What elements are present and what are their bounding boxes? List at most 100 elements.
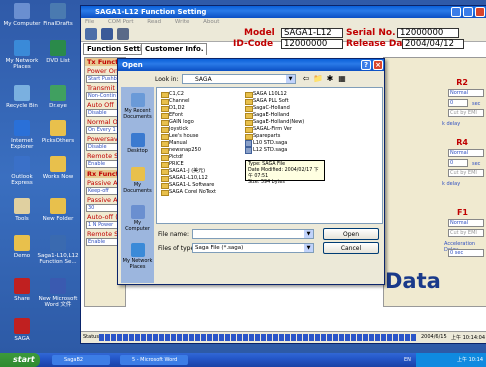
- chevron-down-icon[interactable]: ▼: [304, 244, 313, 252]
- desktop-icon-picksothers[interactable]: PicksOthers: [36, 120, 80, 144]
- data-title: Data: [385, 269, 441, 293]
- menu-read[interactable]: Read: [147, 19, 161, 25]
- file-item[interactable]: L12 STD.saga: [245, 147, 287, 154]
- up-folder-icon[interactable]: 📁: [313, 74, 323, 84]
- place-my-computer[interactable]: My Computer: [121, 205, 154, 232]
- list-item[interactable]: newsnap250: [161, 147, 201, 154]
- r4-sec-label: sec: [472, 161, 481, 167]
- desktop-icon-word-doc[interactable]: New Microsoft Word 文件: [36, 278, 80, 308]
- taskbar-item-word[interactable]: 5 - Microsoft Word: [120, 355, 188, 365]
- list-item[interactable]: SAGA1-L10,L12: [161, 175, 208, 182]
- file-name-label: File name:: [158, 231, 189, 238]
- list-item[interactable]: PRICE: [161, 161, 184, 168]
- list-item[interactable]: Spareparts: [245, 133, 280, 140]
- r2-mode-select[interactable]: Normal: [448, 89, 484, 97]
- close-button[interactable]: [475, 7, 485, 17]
- list-item[interactable]: SAGA1-J (美元): [161, 168, 205, 175]
- menu-write[interactable]: Write: [175, 19, 190, 25]
- r2-k-delay-label: k delay: [442, 121, 461, 127]
- dialog-close-button[interactable]: ×: [373, 60, 383, 70]
- open-dialog: Open ? × Look in: SAGA ▼ ⇦ 📁 ✱ ▦ My Rece…: [117, 58, 385, 285]
- adobe-icon: [14, 278, 30, 294]
- list-item[interactable]: SagaE-Holland: [245, 112, 289, 119]
- adobe-icon: [14, 318, 30, 334]
- print-icon[interactable]: [117, 28, 129, 40]
- recent-documents-icon: [130, 93, 145, 107]
- minimize-button[interactable]: [451, 7, 461, 17]
- help-button[interactable]: ?: [361, 60, 371, 70]
- app-title: SAGA1-L12 Function Setting: [95, 8, 207, 16]
- desktop-icon-saga-function[interactable]: Saga1-L10,L12 Function Se...: [36, 235, 80, 265]
- chevron-down-icon[interactable]: ▼: [304, 230, 313, 238]
- list-item[interactable]: GAIN logo: [161, 119, 194, 126]
- place-recent[interactable]: My Recent Documents: [121, 93, 154, 120]
- tab-customer-info[interactable]: Customer Info.: [141, 43, 208, 55]
- r4-delay-field[interactable]: 0: [448, 159, 468, 167]
- new-folder-icon[interactable]: ✱: [325, 74, 335, 84]
- status-date: 2004/6/15: [421, 334, 447, 340]
- list-item[interactable]: Channel: [161, 98, 190, 105]
- desktop-icon-finaldrafts[interactable]: FinalDrafts: [36, 3, 80, 27]
- view-menu-icon[interactable]: ▦: [337, 74, 347, 84]
- list-item[interactable]: SagaC-Holland: [245, 105, 290, 112]
- list-item[interactable]: C1,C2: [161, 91, 184, 98]
- taskbar-item-sagab2[interactable]: SagaB2: [52, 355, 110, 365]
- open-folder-icon[interactable]: [85, 28, 97, 40]
- file-item[interactable]: L10 STD.saga: [245, 140, 287, 147]
- list-item[interactable]: Manual: [161, 140, 187, 147]
- model-field: SAGA1-L12: [281, 28, 343, 38]
- maximize-button[interactable]: [463, 7, 473, 17]
- chevron-down-icon[interactable]: ▼: [286, 75, 295, 83]
- r4-cut-by-emi[interactable]: Cut by EMI: [448, 169, 484, 177]
- files-of-type-label: Files of type:: [158, 245, 197, 252]
- list-item[interactable]: SagaE-Holland(New): [245, 119, 304, 126]
- language-indicator[interactable]: EN: [404, 357, 411, 363]
- list-item[interactable]: Joystick: [161, 126, 188, 133]
- menu-about[interactable]: About: [203, 19, 219, 25]
- dreye-icon: [50, 85, 66, 101]
- cancel-button[interactable]: Cancel: [323, 242, 379, 254]
- dialog-title: Open: [122, 61, 143, 69]
- look-in-select[interactable]: SAGA ▼: [182, 74, 296, 84]
- r2-cut-by-emi[interactable]: Cut by EMI: [448, 109, 484, 117]
- file-list: C1,C2 Channel D1,D2 EFont GAIN logo Joys…: [156, 87, 383, 224]
- file-name-input[interactable]: ▼: [192, 229, 314, 239]
- files-of-type-select[interactable]: Saga File (*.saga) ▼: [192, 243, 314, 253]
- list-item[interactable]: SAGA Corel NoText: [161, 189, 216, 196]
- shortcut-icon: [50, 235, 66, 251]
- place-my-documents[interactable]: My Documents: [121, 167, 154, 194]
- accel-delay-field[interactable]: 0 sec: [448, 249, 484, 257]
- r4-mode-select[interactable]: Normal: [448, 149, 484, 157]
- internet-explorer-icon: [14, 120, 30, 136]
- folder-icon: [14, 235, 30, 251]
- list-item[interactable]: SAGAL-Firm Ver: [245, 126, 292, 133]
- folder-icon: [50, 120, 66, 136]
- r2-header: R2: [456, 78, 468, 87]
- menu-com-port[interactable]: COM Port: [108, 19, 134, 25]
- desktop-icon-works-now[interactable]: Works Now: [36, 156, 80, 180]
- status-time: 上午 10:14:04: [451, 335, 486, 341]
- place-desktop[interactable]: Desktop: [121, 133, 154, 154]
- open-button[interactable]: Open: [323, 228, 379, 240]
- status-bar: Status 2004/6/15 上午 10:14:04: [81, 331, 486, 343]
- desktop-icon-new-folder[interactable]: New Folder: [36, 198, 80, 222]
- menu-file[interactable]: File: [85, 19, 94, 25]
- list-item[interactable]: Lee's house: [161, 133, 199, 140]
- f1-mode-select[interactable]: Normal: [448, 219, 484, 227]
- list-item[interactable]: SAGA1-L Software: [161, 182, 214, 189]
- list-item[interactable]: EFont: [161, 112, 183, 119]
- list-item[interactable]: SAGA PLL Soft: [245, 98, 289, 105]
- f1-cut-by-emi[interactable]: Cut by EMI: [448, 229, 484, 237]
- desktop-icon-dreye[interactable]: Dr.eye: [36, 85, 80, 109]
- back-icon[interactable]: ⇦: [301, 74, 311, 84]
- start-button[interactable]: start: [0, 353, 40, 367]
- desktop-icon-dvd-list[interactable]: DVD List: [36, 40, 80, 64]
- clock[interactable]: 上午 10:14: [457, 357, 483, 363]
- list-item[interactable]: D1,D2: [161, 105, 185, 112]
- save-icon[interactable]: [101, 28, 113, 40]
- list-item[interactable]: Pictdf: [161, 154, 183, 161]
- desktop-icon-saga[interactable]: SAGA: [0, 318, 44, 342]
- place-network[interactable]: My Network Places: [121, 243, 154, 270]
- r2-delay-field[interactable]: 0: [448, 99, 468, 107]
- list-item[interactable]: SAGA L10L12: [245, 91, 287, 98]
